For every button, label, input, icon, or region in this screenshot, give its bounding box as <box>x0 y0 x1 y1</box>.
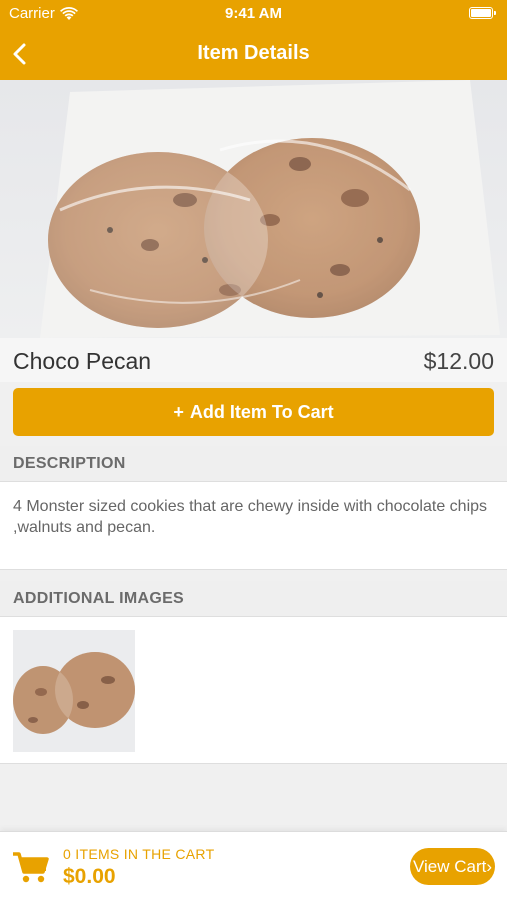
product-image <box>0 80 507 338</box>
page-title: Item Details <box>197 42 310 64</box>
cart-total: $0.00 <box>63 865 116 888</box>
product-price: $12.00 <box>423 348 494 374</box>
view-cart-button[interactable]: View Cart › <box>410 848 495 885</box>
view-cart-label: View Cart <box>412 856 487 876</box>
cart-summary-bar: 0 ITEMS IN THE CART $0.00 View Cart › <box>0 831 507 900</box>
add-to-cart-button[interactable]: + Add Item To Cart <box>13 388 494 436</box>
cart-icon <box>13 852 49 883</box>
additional-images-panel <box>0 617 507 764</box>
description-header: DESCRIPTION <box>0 446 507 482</box>
status-time: 9:41 AM <box>225 5 282 22</box>
product-summary: Choco Pecan $12.00 <box>0 338 507 382</box>
chevron-right-icon: › <box>486 856 493 876</box>
cookie-photo <box>40 80 500 338</box>
additional-image-thumbnail[interactable] <box>13 630 135 752</box>
description-text: 4 Monster sized cookies that are chewy i… <box>13 498 488 536</box>
cookie-thumbnail-photo <box>13 630 135 752</box>
status-bar: Carrier 9:41 AM <box>0 0 507 28</box>
description-header-label: DESCRIPTION <box>13 455 126 472</box>
product-name: Choco Pecan <box>13 348 152 374</box>
additional-images-header-label: ADDITIONAL IMAGES <box>13 590 185 607</box>
additional-images-header: ADDITIONAL IMAGES <box>0 581 507 617</box>
plus-icon: + <box>173 401 184 422</box>
add-to-cart-label: Add Item To Cart <box>189 401 334 422</box>
description-panel: 4 Monster sized cookies that are chewy i… <box>0 482 507 570</box>
battery-icon <box>469 7 496 19</box>
cart-items-count: 0 ITEMS IN THE CART <box>63 846 215 862</box>
nav-bar: Item Details <box>0 28 507 80</box>
